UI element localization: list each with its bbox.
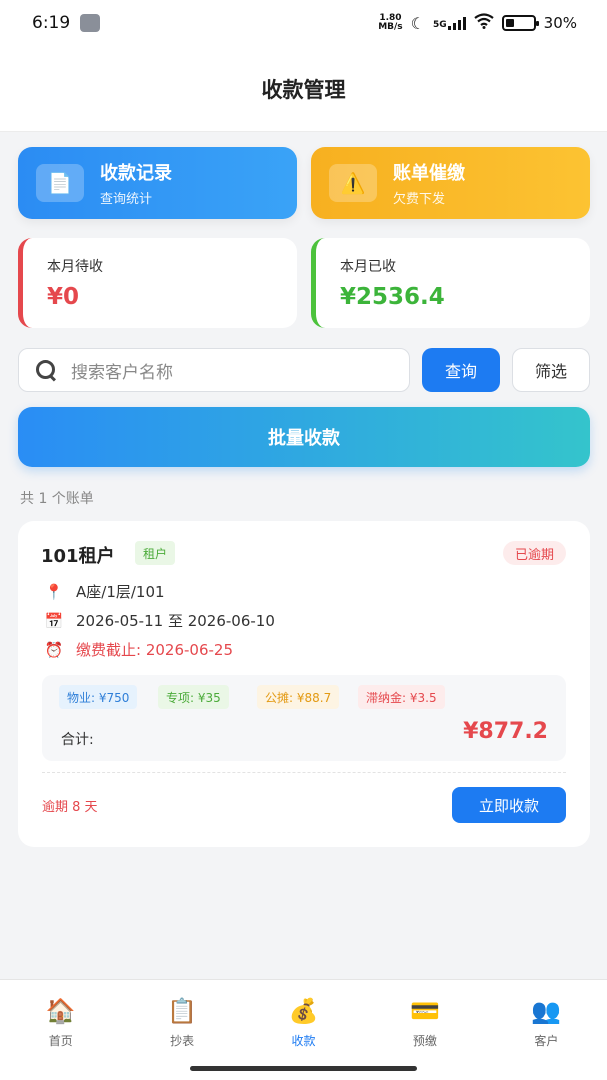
customer-name: 101租户 [41,546,115,567]
network-type: 5G [433,20,447,30]
filter-button[interactable]: 筛选 [512,348,590,392]
payment-records-card[interactable]: 📄 收款记录 查询统计 [18,147,297,219]
page-title: 收款管理 [261,77,346,102]
tab-collection-label: 收款 [291,1034,316,1048]
clock-time: 6:19 [32,13,71,33]
bottom-tab-bar: 🏠 首页 📋 抄表 💰 收款 💳 预缴 👥 客户 [0,979,607,1080]
batch-collect-button[interactable]: 批量收款 [18,407,590,467]
money-bag-icon: 💰 [288,997,319,1025]
status-bar: 6:19 1.80 MB/s ☾ 5G 30% [0,0,607,46]
network-speed-unit: MB/s [378,22,403,32]
document-icon: 📄 [36,164,84,202]
overdue-days: 逾期 8 天 [42,800,98,815]
collect-now-button[interactable]: 立即收款 [452,787,566,823]
fee-late: 滞纳金: ¥3.5 [358,685,445,709]
tab-home-label: 首页 [48,1034,73,1048]
location-row: 📍 A座/1层/101 [44,581,165,602]
customer-type-tag: 租户 [135,541,176,565]
pending-this-month-card: 本月待收 ¥0 [18,238,297,328]
network-speed: 1.80 MB/s [378,14,402,32]
total-value: ¥877.2 [463,719,548,744]
deadline-text: 缴费截止: 2026-06-25 [76,641,233,659]
status-badge: 已逾期 [502,541,566,565]
location-pin-icon: 📍 [44,582,64,601]
moon-icon: ☾ [410,13,425,33]
pending-label: 本月待收 [47,259,103,275]
bill-card[interactable]: 101租户 租户 已逾期 📍 A座/1层/101 📅 2026-05-11 至 … [18,521,590,847]
tab-prepay[interactable]: 💳 预缴 [364,980,485,1080]
search-placeholder: 搜索客户名称 [71,362,173,383]
clipboard-icon: 📋 [167,997,198,1025]
page-header: 收款管理 [0,46,607,132]
payment-records-subtitle: 查询统计 [100,192,153,207]
received-label: 本月已收 [340,259,396,275]
tab-home[interactable]: 🏠 首页 [0,980,121,1080]
divider [42,772,566,773]
fee-breakdown: 物业: ¥750 专项: ¥35 公摊: ¥88.7 滞纳金: ¥3.5 合计:… [42,675,566,761]
people-icon: 👥 [531,997,562,1025]
tab-collection[interactable]: 💰 收款 [243,980,364,1080]
wrench-icon [80,14,101,32]
bill-reminder-subtitle: 欠费下发 [393,192,446,207]
alarm-clock-icon: ⏰ [44,640,64,659]
search-input[interactable]: 搜索客户名称 [18,348,410,392]
bill-reminder-card[interactable]: ⚠️ 账单催缴 欠费下发 [311,147,590,219]
bill-count: 共 1 个账单 [20,491,94,507]
total-label: 合计: [61,732,94,748]
warning-icon: ⚠️ [329,164,377,202]
tab-meter-reading[interactable]: 📋 抄表 [121,980,242,1080]
pending-value: ¥0 [47,284,80,310]
signal-icon [447,16,466,30]
tab-customers[interactable]: 👥 客户 [486,980,607,1080]
fee-special: 专项: ¥35 [158,685,229,709]
fee-property: 物业: ¥750 [59,685,138,709]
deadline-row: ⏰ 缴费截止: 2026-06-25 [44,639,233,660]
home-icon: 🏠 [45,997,76,1025]
credit-card-icon: 💳 [409,997,440,1025]
query-button[interactable]: 查询 [422,348,500,392]
search-icon [35,359,57,381]
bill-reminder-title: 账单催缴 [393,163,465,184]
tab-meter-reading-label: 抄表 [170,1034,195,1048]
calendar-icon: 📅 [44,611,64,630]
payment-records-title: 收款记录 [100,163,172,184]
home-indicator[interactable] [190,1066,417,1071]
received-this-month-card: 本月已收 ¥2536.4 [311,238,590,328]
tab-customers-label: 客户 [534,1034,559,1048]
fee-shared: 公摊: ¥88.7 [257,685,340,709]
battery-percent: 30% [543,14,577,32]
period-row: 📅 2026-05-11 至 2026-06-10 [44,610,275,631]
battery-icon [501,15,539,31]
location-text: A座/1层/101 [76,583,165,601]
wifi-icon [473,13,494,33]
received-value: ¥2536.4 [340,284,445,310]
period-text: 2026-05-11 至 2026-06-10 [76,612,275,630]
tab-prepay-label: 预缴 [412,1034,437,1048]
